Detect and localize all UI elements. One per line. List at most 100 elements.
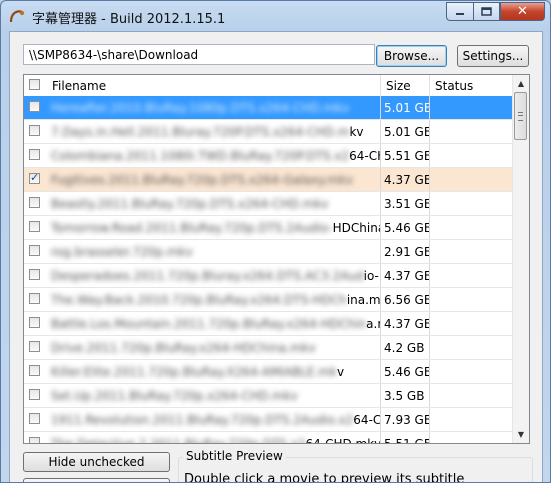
header-select-all[interactable]: [24, 75, 47, 96]
filename-cell[interactable]: 7.Days.in.Hell.2011.Bluray.720P.DTS.x264…: [47, 120, 381, 143]
filename-blurred: 7.Days.in.Hell.2011.Bluray.720P.DTS.x264…: [51, 125, 350, 139]
row-checkbox[interactable]: [29, 197, 40, 208]
table-row[interactable]: Drive.2011.720p.BluRay.x264-HDChina.mkv 4…: [24, 336, 514, 360]
column-header-filename[interactable]: Filename: [47, 75, 381, 96]
row-check-cell[interactable]: [24, 216, 47, 239]
row-checkbox[interactable]: [29, 317, 40, 328]
row-checkbox[interactable]: [29, 221, 40, 232]
hide-unchecked-button[interactable]: Hide unchecked: [23, 452, 170, 472]
table-row[interactable]: Hereafter.2010.BluRay.1080p.DTS.x264-CHD…: [24, 96, 514, 120]
filename-cell[interactable]: Set.Up.2011.BluRay.720p.x264-CHD.mkv: [47, 384, 381, 407]
table-row[interactable]: 7.Days.in.Hell.2011.Bluray.720P.DTS.x264…: [24, 120, 514, 144]
filename-visible: ina.mkv: [346, 293, 381, 307]
row-checkbox[interactable]: [29, 365, 40, 376]
filename-cell[interactable]: Drive.2011.720p.BluRay.x264-HDChina.mkv: [47, 336, 381, 359]
row-check-cell[interactable]: [24, 288, 47, 311]
status-cell: [430, 336, 514, 359]
movie-list[interactable]: Filename Size Status Hereafter.2010.BluR…: [23, 74, 530, 444]
size-cell: 3.51 GB: [381, 192, 430, 215]
scroll-thumb[interactable]: [514, 92, 527, 140]
client-area: Browse... Settings... Filename Size Stat…: [9, 31, 543, 482]
table-row[interactable]: The.Way.Back.2010.720p.BluRay.x264.DTS-H…: [24, 288, 514, 312]
table-row[interactable]: Desperadoes.2011.720p.Bluray.x264.DTS.AC…: [24, 264, 514, 288]
row-check-cell[interactable]: [24, 312, 47, 335]
row-checkbox[interactable]: [29, 293, 40, 304]
status-cell: [430, 168, 514, 191]
filename-cell[interactable]: Beastly.2011.BluRay.720p.DTS.x264-CHD.mk…: [47, 192, 381, 215]
row-check-cell[interactable]: [24, 96, 47, 119]
table-row[interactable]: Tomorrow.Road.2011.BluRay.720p.DTS.2Audi…: [24, 216, 514, 240]
row-check-cell[interactable]: [24, 120, 47, 143]
row-check-cell[interactable]: [24, 384, 47, 407]
folder-path-input[interactable]: [23, 44, 375, 65]
filename-blurred: Beastly.2011.BluRay.720p.DTS.x264-CHD.mk…: [51, 197, 329, 211]
row-check-cell[interactable]: [24, 192, 47, 215]
table-row[interactable]: The.Detective.2.2011.BluRay.720p.DTS.x26…: [24, 432, 514, 444]
filename-cell[interactable]: rog.brasseler.720p.mkv: [47, 240, 381, 263]
filename-cell[interactable]: Tomorrow.Road.2011.BluRay.720p.DTS.2Audi…: [47, 216, 381, 239]
row-check-cell[interactable]: [24, 432, 47, 443]
row-check-cell[interactable]: [24, 168, 47, 191]
column-header-size[interactable]: Size: [381, 75, 430, 96]
table-row[interactable]: 1911.Revolution.2011.BluRay.720p.DTS.2Au…: [24, 408, 514, 432]
subtitle-preview-title: Subtitle Preview: [183, 449, 286, 463]
row-check-cell[interactable]: [24, 264, 47, 287]
row-check-cell[interactable]: [24, 360, 47, 383]
status-cell: [430, 312, 514, 335]
maximize-icon: [481, 7, 492, 16]
filename-cell[interactable]: Fugitives.2011.BluRay.720p.DTS.x264-Gala…: [47, 168, 381, 191]
row-checkbox[interactable]: [29, 341, 40, 352]
table-row[interactable]: Battle.Los.Mountain.2011.720p.BluRay.x26…: [24, 312, 514, 336]
table-row[interactable]: Killer.Elite.2011.720p.BluRay.X264-AMIAB…: [24, 360, 514, 384]
filename-blurred: The.Detective.2.2011.BluRay.720p.DTS.x2: [51, 437, 306, 444]
filename-cell[interactable]: Battle.Los.Mountain.2011.720p.BluRay.x26…: [47, 312, 381, 335]
table-row[interactable]: Colombiana.2011.1080i.TWD.BluRay.720P.DT…: [24, 144, 514, 168]
row-check-cell[interactable]: [24, 408, 47, 431]
row-checkbox[interactable]: [29, 389, 40, 400]
size-cell: 5.46 GB: [381, 216, 430, 239]
status-cell: [430, 408, 514, 431]
select-all-checkbox[interactable]: [29, 79, 40, 90]
table-row[interactable]: rog.brasseler.720p.mkv 2.91 GB: [24, 240, 514, 264]
filename-cell[interactable]: The.Detective.2.2011.BluRay.720p.DTS.x26…: [47, 432, 381, 444]
status-cell: [430, 120, 514, 143]
vertical-scrollbar[interactable]: ▲ ▼: [512, 75, 529, 443]
filename-cell[interactable]: Killer.Elite.2011.720p.BluRay.X264-AMIAB…: [47, 360, 381, 383]
filename-cell[interactable]: Hereafter.2010.BluRay.1080p.DTS.x264-CHD…: [47, 96, 381, 119]
scroll-up-arrow-icon[interactable]: ▲: [513, 75, 529, 92]
status-cell: [430, 288, 514, 311]
filename-cell[interactable]: 1911.Revolution.2011.BluRay.720p.DTS.2Au…: [47, 408, 381, 431]
filename-cell[interactable]: Desperadoes.2011.720p.Bluray.x264.DTS.AC…: [47, 264, 381, 287]
filename-visible: kv: [349, 125, 364, 139]
maximize-button[interactable]: [473, 2, 500, 21]
table-row[interactable]: Fugitives.2011.BluRay.720p.DTS.x264-Gala…: [24, 168, 514, 192]
table-row[interactable]: Set.Up.2011.BluRay.720p.x264-CHD.mkv 3.5 …: [24, 384, 514, 408]
row-checkbox[interactable]: [29, 437, 40, 443]
scroll-down-arrow-icon[interactable]: ▼: [513, 426, 529, 443]
filename-blurred: Set.Up.2011.BluRay.720p.x264-CHD.mkv: [51, 389, 298, 403]
row-checkbox[interactable]: [29, 269, 40, 280]
filename-visible: a.mkv: [366, 317, 380, 331]
filename-cell[interactable]: Colombiana.2011.1080i.TWD.BluRay.720P.DT…: [47, 144, 381, 167]
title-bar[interactable]: 字幕管理器 - Build 2012.1.15.1 ✕: [1, 1, 550, 31]
status-cell: [430, 384, 514, 407]
row-check-cell[interactable]: [24, 336, 47, 359]
row-checkbox[interactable]: [29, 125, 40, 136]
row-checkbox[interactable]: [29, 245, 40, 256]
settings-button[interactable]: Settings...: [457, 45, 529, 67]
column-header-status[interactable]: Status: [430, 75, 514, 96]
size-cell: 4.37 GB: [381, 264, 430, 287]
browse-button[interactable]: Browse...: [376, 45, 447, 67]
secondary-button[interactable]: [23, 478, 170, 482]
row-checkbox[interactable]: [29, 413, 40, 424]
filename-visible: io-HDChina.m...: [363, 269, 380, 283]
row-checkbox[interactable]: [29, 149, 40, 160]
row-checkbox[interactable]: [29, 101, 40, 112]
table-row[interactable]: Beastly.2011.BluRay.720p.DTS.x264-CHD.mk…: [24, 192, 514, 216]
row-checkbox[interactable]: [29, 171, 40, 184]
row-check-cell[interactable]: [24, 144, 47, 167]
close-button[interactable]: ✕: [500, 2, 545, 21]
row-check-cell[interactable]: [24, 240, 47, 263]
minimize-button[interactable]: [446, 2, 473, 21]
filename-cell[interactable]: The.Way.Back.2010.720p.BluRay.x264.DTS-H…: [47, 288, 381, 311]
